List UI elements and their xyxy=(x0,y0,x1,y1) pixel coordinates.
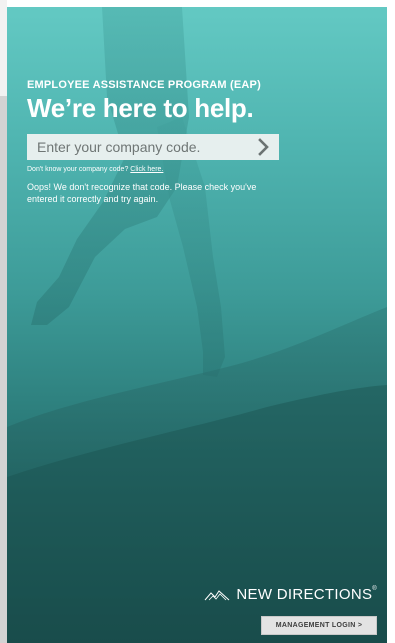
registered-mark: ® xyxy=(372,586,377,592)
right-edge-strip xyxy=(387,0,395,643)
company-code-form xyxy=(27,134,279,160)
brand-name-text: NEW DIRECTIONS xyxy=(236,586,373,603)
mountain-logo-icon xyxy=(205,589,230,600)
page-frame: EMPLOYEE ASSISTANCE PROGRAM (EAP) We’re … xyxy=(0,0,395,643)
program-eyebrow: EMPLOYEE ASSISTANCE PROGRAM (EAP) xyxy=(27,79,261,91)
eap-hero-panel: EMPLOYEE ASSISTANCE PROGRAM (EAP) We’re … xyxy=(7,7,387,643)
page-title: We’re here to help. xyxy=(27,93,254,123)
left-edge-strip xyxy=(0,0,7,643)
brand-name: NEW DIRECTIONS® xyxy=(236,586,377,603)
hero-content: EMPLOYEE ASSISTANCE PROGRAM (EAP) We’re … xyxy=(27,79,367,205)
brand-logo: NEW DIRECTIONS® xyxy=(204,586,377,603)
click-here-link[interactable]: Click here. xyxy=(130,166,163,173)
company-code-input[interactable] xyxy=(27,134,257,160)
chevron-right-icon xyxy=(258,138,269,156)
helper-question: Don't know your company code? xyxy=(27,166,129,173)
management-login-button[interactable]: MANAGEMENT LOGIN > xyxy=(261,616,377,635)
submit-code-button[interactable] xyxy=(253,134,275,160)
error-message: Oops! We don't recognize that code. Plea… xyxy=(27,182,257,204)
helper-text: Don't know your company code? Click here… xyxy=(27,166,367,173)
